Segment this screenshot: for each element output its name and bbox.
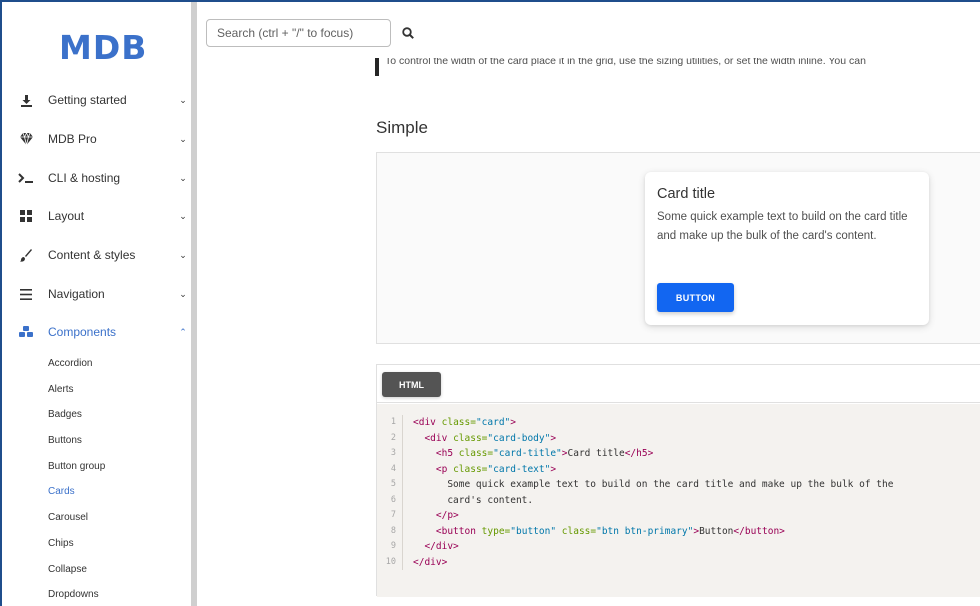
- chevron-down-icon: ⌄: [179, 172, 187, 183]
- mdb-logo[interactable]: MDB: [59, 30, 147, 66]
- sidebar-subitem-chips[interactable]: Chips: [48, 536, 74, 552]
- chevron-down-icon: ⌄: [179, 288, 187, 299]
- card-title: Card title: [657, 186, 716, 202]
- code-listing: 1 <div class="card"> 2 <div class="card-b…: [377, 404, 980, 597]
- sidebar-subitem-carousel[interactable]: Carousel: [48, 510, 88, 526]
- code-line: 2 <div class="card-body">: [377, 430, 980, 446]
- code-line: 8 <button type="button" class="btn btn-p…: [377, 523, 980, 539]
- line-number: 3: [377, 446, 403, 462]
- sidebar-item-label: Navigation: [48, 287, 105, 301]
- terminal-icon: [16, 168, 36, 188]
- chevron-down-icon: ⌄: [179, 210, 187, 221]
- sidebar-item-layout[interactable]: Layout ⌄: [16, 201, 188, 231]
- sidebar-subitem-alerts[interactable]: Alerts: [48, 382, 74, 398]
- line-number: 9: [377, 539, 403, 555]
- sidebar-subitem-cards[interactable]: Cards: [48, 484, 75, 500]
- logo-area: MDB: [2, 2, 191, 82]
- sidebar-subitem-accordion[interactable]: Accordion: [48, 356, 92, 372]
- sidebar-item-label: Components: [48, 325, 117, 339]
- line-number: 8: [377, 523, 403, 539]
- sidebar-item-navigation[interactable]: Navigation ⌄: [16, 279, 188, 309]
- sidebar-item-cli-hosting[interactable]: CLI & hosting ⌄: [16, 163, 188, 193]
- card: Card title Some quick example text to bu…: [645, 172, 929, 325]
- sidebar-subitem-collapse[interactable]: Collapse: [48, 562, 87, 578]
- sidebar-item-label: CLI & hosting: [48, 171, 121, 185]
- download-icon: [16, 90, 36, 110]
- sidebar-item-components[interactable]: Components ⌃: [16, 317, 188, 347]
- code-line: 7 </p>: [377, 508, 980, 524]
- sidebar-item-label: MDB Pro: [48, 132, 97, 146]
- tab-html[interactable]: HTML: [382, 372, 441, 397]
- sidebar-subitem-badges[interactable]: Badges: [48, 407, 82, 423]
- code-line: 9 </div>: [377, 539, 980, 555]
- chevron-down-icon: ⌄: [179, 94, 187, 105]
- note-callout: To control the width of the card place i…: [375, 58, 980, 76]
- bars-icon: [16, 284, 36, 304]
- gem-icon: [16, 129, 36, 149]
- line-number: 7: [377, 508, 403, 524]
- grid-icon: [16, 206, 36, 226]
- code-line: 3 <h5 class="card-title">Card title</h5>: [377, 446, 980, 462]
- line-number: 1: [377, 415, 403, 431]
- sidebar-subitem-dropdowns[interactable]: Dropdowns: [48, 587, 99, 603]
- sidebar-item-content-styles[interactable]: Content & styles ⌄: [16, 240, 188, 270]
- line-number: 6: [377, 492, 403, 508]
- chevron-down-icon: ⌄: [179, 133, 187, 144]
- sidebar-subitem-buttons[interactable]: Buttons: [48, 433, 82, 449]
- line-number: 4: [377, 461, 403, 477]
- sidebar-subitem-button-group[interactable]: Button group: [48, 459, 105, 475]
- card-button[interactable]: BUTTON: [657, 283, 734, 312]
- cubes-icon: [16, 322, 36, 342]
- code-line: 10 </div>: [377, 554, 980, 570]
- sidebar-item-mdb-pro[interactable]: MDB Pro ⌄: [16, 124, 188, 154]
- chevron-down-icon: ⌄: [179, 249, 187, 260]
- example-preview: Card title Some quick example text to bu…: [376, 152, 980, 344]
- section-title: Simple: [376, 118, 428, 137]
- search-input[interactable]: [206, 19, 391, 47]
- code-line: 4 <p class="card-text">: [377, 461, 980, 477]
- sidebar-item-getting-started[interactable]: Getting started ⌄: [16, 85, 188, 115]
- card-text: Some quick example text to build on the …: [657, 211, 908, 242]
- code-line: 6 card's content.: [377, 492, 980, 508]
- line-number: 5: [377, 477, 403, 493]
- code-block: HTML 1 <div class="card"> 2 <div class="c…: [376, 364, 980, 597]
- line-number: 10: [377, 554, 403, 570]
- chevron-up-icon: ⌃: [179, 326, 187, 337]
- sidebar-item-label: Content & styles: [48, 248, 136, 262]
- main-content: To control the width of the card place i…: [197, 58, 980, 606]
- top-bar: [197, 2, 980, 58]
- sidebar-item-label: Getting started: [48, 93, 127, 107]
- search-icon[interactable]: [397, 22, 419, 44]
- sidebar-item-label: Layout: [48, 209, 85, 223]
- code-tabs: HTML: [377, 365, 980, 403]
- line-number: 2: [377, 430, 403, 446]
- brush-icon: [16, 245, 36, 265]
- code-line: 1 <div class="card">: [377, 415, 980, 431]
- code-line: 5 Some quick example text to build on th…: [377, 477, 980, 493]
- sidebar: MDB Getting started ⌄ MDB Pro ⌄ CLI & ho…: [2, 2, 191, 606]
